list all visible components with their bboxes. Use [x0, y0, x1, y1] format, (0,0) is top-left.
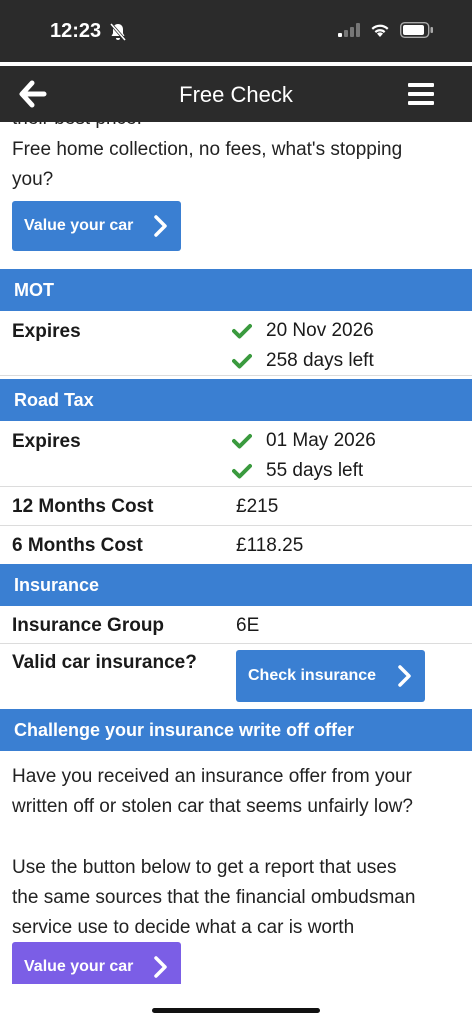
road-tax-days-left: 55 days left: [266, 460, 364, 481]
road-tax-date-line: 01 May 2026: [232, 430, 376, 452]
hamburger-menu-icon[interactable]: [408, 83, 434, 105]
silent-bell-icon: [110, 23, 126, 41]
mot-expires-row: Expires 20 Nov 2026 258 days left: [0, 311, 472, 376]
valid-insurance-label: Valid car insurance?: [12, 652, 197, 673]
check-icon: [232, 434, 252, 449]
main-content: their best price. Free home collection, …: [0, 122, 472, 984]
chevron-right-icon: [154, 956, 167, 978]
insurance-group-row: Insurance Group 6E: [0, 606, 472, 644]
cost-6-months-value: £118.25: [236, 535, 304, 556]
valid-insurance-row: Valid car insurance? Check insurance: [0, 644, 472, 706]
value-car-button-label: Value your car: [24, 217, 134, 234]
mot-expires-label: Expires: [12, 321, 81, 342]
intro-partial-text: their best price.: [0, 122, 154, 134]
intro-text-line1: Free home collection, no fees, what's st…: [12, 139, 403, 160]
challenge-p1-line1: Have you received an insurance offer fro…: [12, 766, 412, 787]
check-icon: [232, 324, 252, 339]
status-bar: 12:23: [0, 0, 472, 62]
road-tax-12-month-row: 12 Months Cost £215: [0, 487, 472, 526]
challenge-p1-line2: written off or stolen car that seems unf…: [12, 796, 413, 817]
cost-12-months-label: 12 Months Cost: [12, 496, 154, 517]
insurance-group-value: 6E: [236, 615, 260, 636]
check-icon: [232, 464, 252, 479]
chevron-right-icon: [398, 665, 411, 687]
mot-section-header: MOT: [0, 269, 472, 311]
insurance-group-label: Insurance Group: [12, 615, 165, 636]
mot-expiry-date: 20 Nov 2026: [266, 320, 374, 341]
cost-12-months-value: £215: [236, 496, 279, 517]
check-icon: [232, 354, 252, 369]
chevron-right-icon: [154, 215, 167, 237]
page-title: Free Check: [179, 82, 293, 107]
road-tax-expires-row: Expires 01 May 2026 55 days left: [0, 421, 472, 487]
insurance-section-header: Insurance: [0, 564, 472, 606]
road-tax-section-header: Road Tax: [0, 379, 472, 421]
cost-6-months-label: 6 Months Cost: [12, 535, 143, 556]
mot-date-line: 20 Nov 2026: [232, 320, 374, 342]
road-tax-expires-label: Expires: [12, 431, 81, 452]
intro-text-line2: you?: [12, 169, 54, 190]
challenge-section-header: Challenge your insurance write off offer: [0, 709, 472, 751]
check-insurance-button-label: Check insurance: [248, 667, 377, 684]
road-tax-6-month-row: 6 Months Cost £118.25: [0, 526, 472, 562]
wifi-icon: [371, 24, 389, 37]
road-tax-days-line: 55 days left: [232, 460, 363, 482]
road-tax-expiry-date: 01 May 2026: [266, 430, 376, 451]
top-nav-bar: Free Check: [0, 66, 472, 122]
mot-days-left: 258 days left: [266, 350, 374, 371]
mot-days-line: 258 days left: [232, 350, 374, 372]
signal-icon: [338, 23, 360, 37]
value-car-button-label: Value your car: [24, 958, 134, 975]
status-time: 12:23: [50, 20, 102, 42]
home-indicator[interactable]: [152, 1008, 320, 1013]
challenge-p2-line3: service use to decide what a car is wort…: [12, 917, 355, 938]
value-car-button-bottom[interactable]: Value your car: [12, 942, 181, 984]
challenge-p2-line2: the same sources that the financial ombu…: [12, 887, 416, 908]
status-icons: [338, 22, 434, 38]
check-insurance-button[interactable]: Check insurance: [236, 650, 425, 702]
value-car-button-top[interactable]: Value your car: [12, 201, 181, 251]
battery-icon: [400, 22, 433, 38]
challenge-p2-line1: Use the button below to get a report tha…: [12, 857, 397, 878]
